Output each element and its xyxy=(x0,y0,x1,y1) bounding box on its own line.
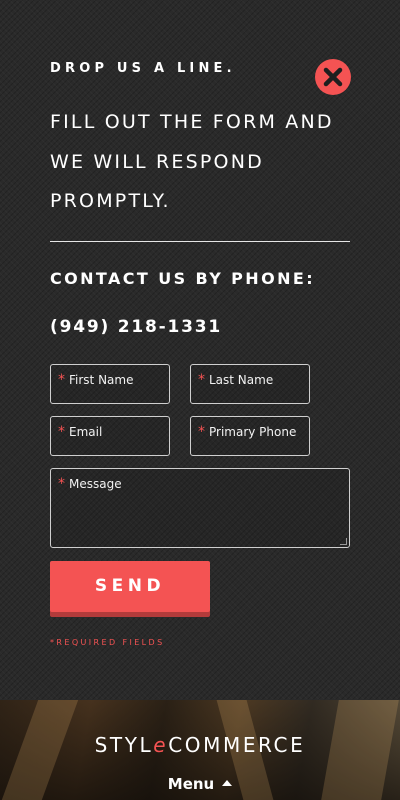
menu-label: Menu xyxy=(167,775,215,793)
email-placeholder: Email xyxy=(69,425,103,439)
email-field[interactable]: * Email xyxy=(50,416,170,456)
last-name-field[interactable]: * Last Name xyxy=(190,364,310,404)
required-marker: * xyxy=(58,476,65,492)
resize-handle-icon[interactable] xyxy=(340,538,347,545)
message-field[interactable]: * Message xyxy=(50,468,350,548)
message-placeholder: Message xyxy=(69,477,122,491)
primary-phone-placeholder: Primary Phone xyxy=(209,425,297,439)
required-fields-note: *REQUIRED FIELDS xyxy=(50,638,165,647)
contact-panel: DROP US A LINE. FILL OUT THE FORM AND WE… xyxy=(0,0,400,700)
required-marker: * xyxy=(198,424,205,440)
site-logo[interactable]: STYLeCOMMERCE xyxy=(50,733,350,757)
menu-toggle[interactable]: Menu xyxy=(0,775,400,793)
contact-kicker: DROP US A LINE. xyxy=(50,61,236,76)
required-marker: * xyxy=(58,372,65,388)
required-marker: * xyxy=(198,372,205,388)
logo-accent: e xyxy=(153,733,169,757)
first-name-field[interactable]: * First Name xyxy=(50,364,170,404)
logo-text-2: COMMERCE xyxy=(168,733,306,757)
caret-up-icon xyxy=(222,780,233,786)
phone-heading: CONTACT US BY PHONE: xyxy=(50,269,316,288)
close-button[interactable] xyxy=(315,59,351,95)
last-name-placeholder: Last Name xyxy=(209,373,274,387)
first-name-placeholder: First Name xyxy=(69,373,134,387)
send-button[interactable]: SEND xyxy=(50,561,210,612)
divider xyxy=(50,241,350,242)
primary-phone-field[interactable]: * Primary Phone xyxy=(190,416,310,456)
close-icon xyxy=(323,67,343,87)
phone-number[interactable]: (949) 218-1331 xyxy=(50,317,222,337)
contact-headline: FILL OUT THE FORM AND WE WILL RESPOND PR… xyxy=(50,111,334,212)
required-marker: * xyxy=(58,424,65,440)
logo-text-1: STYL xyxy=(94,733,154,757)
